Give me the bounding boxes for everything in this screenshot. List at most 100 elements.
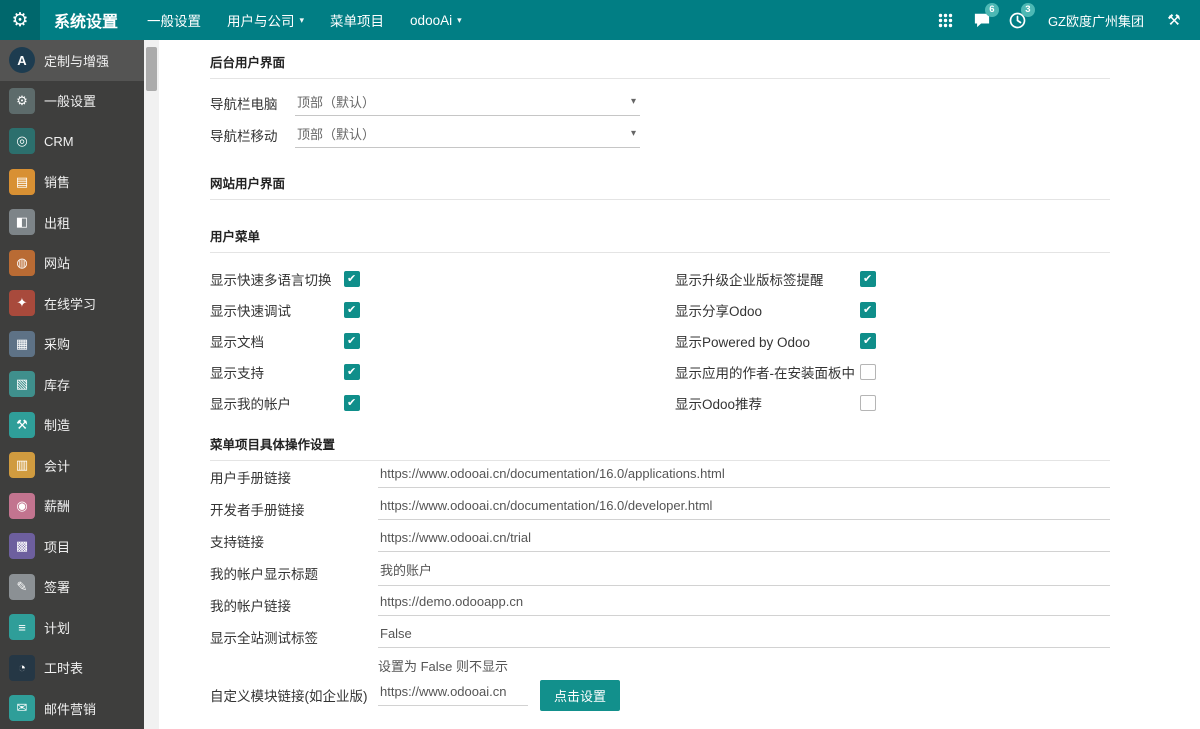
check-row: 显示文档 [210, 325, 675, 356]
sidebar-item-timesheet[interactable]: ◔ 工时表 [0, 648, 144, 689]
checkbox-label: 显示Powered by Odoo [675, 331, 860, 351]
sidebar-item-sign[interactable]: ✎ 签署 [0, 567, 144, 608]
test-label-input[interactable]: False [378, 626, 1110, 648]
debug-tools-button[interactable]: ⚒ [1156, 0, 1192, 40]
sidebar-item-label: 一般设置 [44, 91, 96, 110]
sidebar-item-payroll[interactable]: ◉ 薪酬 [0, 486, 144, 527]
custom-module-link-input[interactable]: https://www.odooai.cn [378, 684, 528, 706]
checkbox[interactable] [860, 364, 876, 380]
section-backend-ui: 后台用户界面 [210, 52, 1110, 79]
app-switcher-button[interactable]: ⚙ [0, 0, 40, 40]
checkbox-label: 显示分享Odoo [675, 300, 860, 320]
sidebar-item-rental[interactable]: ◧ 出租 [0, 202, 144, 243]
elearning-app-icon: ✦ [9, 290, 35, 316]
sales-app-icon: ▤ [9, 169, 35, 195]
account-title-input[interactable]: 我的账户 [378, 560, 1110, 586]
menu-general-settings[interactable]: 一般设置 [134, 0, 214, 40]
checkbox-label: 显示支持 [210, 362, 344, 382]
field-user-manual-link: 用户手册链接 https://www.odooai.cn/documentati… [210, 461, 1110, 493]
check-row: 显示Odoo推荐 [675, 387, 876, 418]
sidebar-item-general-settings[interactable]: ⚙ 一般设置 [0, 81, 144, 122]
sidebar-item-accounting[interactable]: ▥ 会计 [0, 445, 144, 486]
sidebar-item-label: 在线学习 [44, 294, 96, 313]
messages-badge: 6 [985, 3, 999, 17]
field-label: 导航栏电脑 [210, 93, 295, 113]
sidebar-item-email-marketing[interactable]: ✉ 邮件营销 [0, 688, 144, 729]
menu-label: odooAi [410, 13, 452, 28]
check-row: 显示支持 [210, 356, 675, 387]
checkbox[interactable] [344, 302, 360, 318]
field-label: 用户手册链接 [210, 467, 378, 487]
checkbox[interactable] [344, 333, 360, 349]
messages-button[interactable]: 6 [964, 0, 1000, 40]
field-label: 自定义模块链接(如企业版) [210, 685, 378, 705]
checkbox[interactable] [860, 395, 876, 411]
gear-icon: ⚙ [11, 9, 28, 32]
check-row: 显示我的帐户 [210, 387, 675, 418]
field-label: 支持链接 [210, 531, 378, 551]
set-link-button[interactable]: 点击设置 [540, 680, 620, 711]
field-label: 我的帐户显示标题 [210, 563, 378, 583]
checkbox-label: 显示快速调试 [210, 300, 344, 320]
support-link-input[interactable]: https://www.odooai.cn/trial [378, 530, 1110, 552]
sidebar-item-planning[interactable]: ≡ 计划 [0, 607, 144, 648]
activities-button[interactable]: 3 [1000, 0, 1036, 40]
sidebar-item-sales[interactable]: ▤ 销售 [0, 162, 144, 203]
sidebar-item-customize[interactable]: A 定制与增强 [0, 40, 144, 81]
sign-app-icon: ✎ [9, 574, 35, 600]
sidebar-item-manufacturing[interactable]: ⚒ 制造 [0, 405, 144, 446]
developer-manual-link-input[interactable]: https://www.odooai.cn/documentation/16.0… [378, 498, 1110, 520]
menu-menu-items[interactable]: 菜单项目 [317, 0, 397, 40]
field-custom-module-link: 自定义模块链接(如企业版) https://www.odooai.cn 点击设置 [210, 679, 1110, 711]
tools-icon: ⚒ [1167, 11, 1180, 29]
checkbox-label: 显示文档 [210, 331, 344, 351]
vertical-scrollbar[interactable] [144, 40, 159, 729]
website-app-icon: ◍ [9, 250, 35, 276]
check-row: 显示升级企业版标签提醒 [675, 263, 876, 294]
account-link-input[interactable]: https://demo.odooapp.cn [378, 594, 1110, 616]
sidebar-item-elearning[interactable]: ✦ 在线学习 [0, 283, 144, 324]
check-row: 显示分享Odoo [675, 294, 876, 325]
checkbox-columns: 显示快速多语言切换 显示快速调试 显示文档 显示支持 显示我的帐户 显 [210, 263, 1110, 418]
nav-pc-select[interactable]: 顶部（默认） ▾ [295, 90, 640, 116]
checkbox[interactable] [344, 271, 360, 287]
apps-grid-button[interactable] [928, 0, 964, 40]
planning-app-icon: ≡ [9, 614, 35, 640]
sidebar-item-label: CRM [44, 134, 74, 149]
app-title[interactable]: 系统设置 [54, 8, 118, 32]
sidebar: A 定制与增强 ⚙ 一般设置 ◎ CRM ▤ 销售 ◧ 出租 ◍ 网站 ✦ 在线… [0, 40, 144, 729]
menu-label: 用户与公司 [227, 10, 295, 30]
checkbox[interactable] [344, 395, 360, 411]
sidebar-item-label: 出租 [44, 213, 70, 232]
sidebar-item-label: 签署 [44, 577, 70, 596]
activities-badge: 3 [1021, 3, 1035, 17]
menu-odooai[interactable]: odooAi ▾ [397, 0, 475, 40]
checkbox[interactable] [344, 364, 360, 380]
field-account-link: 我的帐户链接 https://demo.odooapp.cn [210, 589, 1110, 621]
sidebar-item-purchase[interactable]: ▦ 采购 [0, 324, 144, 365]
accounting-app-icon: ▥ [9, 452, 35, 478]
checkbox[interactable] [860, 333, 876, 349]
menu-users-companies[interactable]: 用户与公司 ▾ [214, 0, 317, 40]
scrollbar-thumb[interactable] [146, 47, 157, 91]
user-menu[interactable]: GZ欧度广州集团 [1036, 11, 1156, 30]
sidebar-item-label: 采购 [44, 334, 70, 353]
select-value: 顶部（默认） [297, 92, 375, 111]
checkbox[interactable] [860, 271, 876, 287]
checkbox[interactable] [860, 302, 876, 318]
sidebar-item-label: 薪酬 [44, 496, 70, 515]
customize-app-icon: A [9, 47, 35, 73]
user-manual-link-input[interactable]: https://www.odooai.cn/documentation/16.0… [378, 466, 1110, 488]
sidebar-item-inventory[interactable]: ▧ 库存 [0, 364, 144, 405]
test-label-help-text: 设置为 False 则不显示 [210, 653, 1110, 677]
payroll-app-icon: ◉ [9, 493, 35, 519]
sidebar-item-project[interactable]: ▩ 项目 [0, 526, 144, 567]
field-test-label: 显示全站测试标签 False [210, 621, 1110, 653]
nav-mobile-select[interactable]: 顶部（默认） ▾ [295, 122, 640, 148]
sidebar-item-crm[interactable]: ◎ CRM [0, 121, 144, 162]
menu-label: 菜单项目 [330, 10, 384, 30]
sidebar-item-website[interactable]: ◍ 网站 [0, 243, 144, 284]
sidebar-item-label: 库存 [44, 375, 70, 394]
field-account-title: 我的帐户显示标题 我的账户 [210, 557, 1110, 589]
chevron-down-icon: ▾ [631, 128, 636, 139]
